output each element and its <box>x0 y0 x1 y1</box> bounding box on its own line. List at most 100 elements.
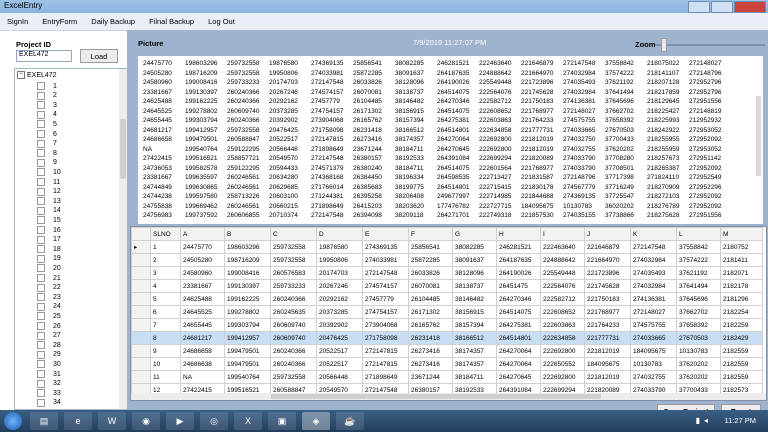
tree-item[interactable]: 20 <box>37 264 61 273</box>
menu-daily-backup[interactable]: Daily Backup <box>84 17 142 26</box>
tree-item[interactable]: 23 <box>37 293 61 302</box>
tree-item[interactable]: 11 <box>37 178 60 186</box>
load-button[interactable]: Load <box>80 49 118 63</box>
table-cell[interactable]: 1 <box>150 240 181 254</box>
table-cell[interactable]: 224888642 <box>540 253 585 267</box>
menu-logout[interactable]: Log Out <box>201 17 242 26</box>
table-cell[interactable]: 26171302 <box>408 305 453 319</box>
tree-item[interactable]: 28 <box>37 341 61 350</box>
media-icon[interactable]: ▶ <box>166 412 194 430</box>
tree-item[interactable]: 32 <box>37 379 61 388</box>
network-icon[interactable]: ▮ <box>696 416 700 425</box>
table-cell[interactable]: 274575755 <box>630 318 677 332</box>
row-selector[interactable] <box>131 253 151 267</box>
table-cell[interactable]: 272147548 <box>362 266 409 280</box>
column-header[interactable]: L <box>676 227 721 241</box>
table-cell[interactable]: 222564076 <box>540 279 585 293</box>
table-cell[interactable]: 260609740 <box>270 331 317 345</box>
table-cell[interactable]: 264270346 <box>496 292 541 306</box>
ie-icon[interactable]: e <box>64 412 92 430</box>
table-cell[interactable]: 38184711 <box>452 370 497 384</box>
table-cell[interactable]: 274032984 <box>630 279 677 293</box>
table-cell[interactable]: 2 <box>150 253 181 267</box>
table-cell[interactable]: 199479501 <box>224 357 271 371</box>
tree-scrollbar[interactable] <box>119 69 127 409</box>
table-row[interactable]: 2 24505280 198716209 259732558 19950806 27403… <box>131 253 763 267</box>
tree-item[interactable]: 30 <box>37 360 61 369</box>
table-cell[interactable]: 38156915 <box>452 305 497 319</box>
table-cell[interactable]: 198716209 <box>224 253 271 267</box>
tree-item[interactable]: 34 <box>37 398 61 407</box>
close-button[interactable] <box>734 1 766 13</box>
tree-item[interactable]: 22 <box>37 283 61 292</box>
table-cell[interactable]: 26273416 <box>408 344 453 358</box>
table-cell[interactable]: 184095675 <box>630 344 677 358</box>
table-cell[interactable]: NA <box>180 370 225 384</box>
table-row[interactable]: 11 NA 199540764 259732558 20566448 271898649 2… <box>131 370 763 384</box>
column-header[interactable]: I <box>540 227 585 241</box>
table-cell[interactable]: 264270064 <box>496 357 541 371</box>
table-cell[interactable]: 26231418 <box>408 331 453 345</box>
tree-scroll-thumb[interactable] <box>120 119 126 179</box>
table-cell[interactable]: 38082285 <box>452 240 497 254</box>
table-cell[interactable]: 246281521 <box>496 240 541 254</box>
table-cell[interactable]: 38138737 <box>452 279 497 293</box>
folder-icon[interactable]: ▤ <box>30 412 58 430</box>
tree-item[interactable]: 27 <box>37 331 61 340</box>
table-cell[interactable]: 260240366 <box>270 344 317 358</box>
tree-checkbox[interactable] <box>37 91 45 100</box>
table-cell[interactable]: 199278802 <box>224 305 271 319</box>
table-cell[interactable]: 2181296 <box>720 292 763 306</box>
table-cell[interactable]: 20174703 <box>316 266 363 280</box>
table-cell[interactable]: 25872285 <box>408 253 453 267</box>
table-row[interactable]: 4 23381667 199130397 259733233 20267246 27457… <box>131 279 763 293</box>
table-cell[interactable]: 2182559 <box>720 344 763 358</box>
table-cell[interactable]: 20267246 <box>316 279 363 293</box>
column-header[interactable]: J <box>584 227 631 241</box>
table-cell[interactable]: 259732558 <box>270 240 317 254</box>
table-cell[interactable]: 26165762 <box>408 318 453 332</box>
table-cell[interactable]: 37662702 <box>676 305 721 319</box>
table-cell[interactable]: 20392902 <box>316 318 363 332</box>
table-cell[interactable]: 222603863 <box>540 318 585 332</box>
table-cell[interactable]: 2182254 <box>720 305 763 319</box>
tree-item[interactable]: 33 <box>37 389 61 398</box>
table-cell[interactable]: 222692800 <box>540 344 585 358</box>
tree-checkbox[interactable] <box>37 283 45 292</box>
tree-checkbox[interactable] <box>37 82 45 90</box>
table-cell[interactable]: 37641494 <box>676 279 721 293</box>
table-cell[interactable]: 20522517 <box>316 344 363 358</box>
tree-checkbox[interactable] <box>37 341 45 350</box>
tree-item[interactable]: 24 <box>37 302 61 311</box>
column-header[interactable]: SLNO <box>150 227 181 241</box>
table-cell[interactable]: 199540764 <box>224 370 271 384</box>
table-cell[interactable]: 38157394 <box>452 318 497 332</box>
word-icon[interactable]: W <box>98 412 126 430</box>
tree-checkbox[interactable] <box>37 226 45 234</box>
table-cell[interactable]: 221723896 <box>584 266 631 280</box>
tree-item[interactable]: 2 <box>37 91 57 100</box>
table-cell[interactable]: 4 <box>150 279 181 293</box>
tree-checkbox[interactable] <box>37 101 45 110</box>
tree-item[interactable]: 13 <box>37 197 61 206</box>
table-cell[interactable]: 24475770 <box>180 240 225 254</box>
table-cell[interactable]: 260240366 <box>270 357 317 371</box>
table-cell[interactable]: 24655445 <box>180 318 225 332</box>
minimize-button[interactable] <box>688 1 710 13</box>
tree-checkbox[interactable] <box>37 139 45 148</box>
menu-signin[interactable]: SignIn <box>0 17 35 26</box>
picture-scrollbar[interactable] <box>756 96 761 176</box>
table-row[interactable]: 8 24681217 199412957 260609740 20476425 27175… <box>131 331 763 345</box>
table-row[interactable]: ▸ 1 24475770 198603296 259732558 19876580 2743… <box>131 240 763 254</box>
table-cell[interactable]: 2182559 <box>720 370 763 384</box>
table-cell[interactable]: 2182429 <box>720 331 763 345</box>
table-cell[interactable]: 9 <box>150 344 181 358</box>
tree-item[interactable]: 25 <box>37 312 61 321</box>
table-cell[interactable]: 2180752 <box>720 240 763 254</box>
project-tree[interactable]: − EXEL472 1 2 3 4 5 6 7 8 9 10 11 12 13 14 15 16 17 18 19 2… <box>14 68 128 410</box>
tree-item[interactable]: 19 <box>37 254 61 263</box>
table-cell[interactable]: 222634858 <box>540 331 585 345</box>
zoom-slider-thumb[interactable] <box>661 38 667 52</box>
table-cell[interactable]: 198603296 <box>224 240 271 254</box>
table-cell[interactable]: 264190026 <box>496 266 541 280</box>
